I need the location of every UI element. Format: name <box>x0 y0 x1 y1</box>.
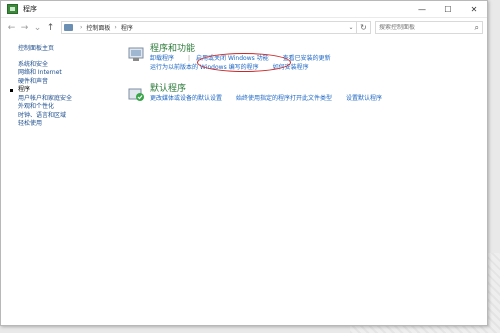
sidebar-item-ease-of-access[interactable]: 轻松使用 <box>18 120 109 129</box>
default-programs-links-row: 更改媒体或设备的默认设置 始终使用指定的程序打开此文件类型 设置默认程序 <box>150 95 488 104</box>
close-button[interactable]: ✕ <box>461 1 487 18</box>
back-arrow-icon[interactable]: ← <box>5 21 18 34</box>
address-dropdown-icon[interactable]: ⌄ <box>346 24 356 31</box>
sidebar-home-link[interactable]: 控制面板主页 <box>18 45 109 54</box>
address-bar: ← → ⌄ ↑ › 控制面板 › 程序 ⌄ ↻ ⌕ <box>1 18 487 37</box>
sidebar-item-programs[interactable]: 程序 <box>10 86 109 95</box>
change-media-defaults-link[interactable]: 更改媒体或设备的默认设置 <box>150 95 222 102</box>
search-icon[interactable]: ⌕ <box>475 23 479 33</box>
breadcrumb-separator-icon[interactable]: › <box>114 24 116 31</box>
search-box[interactable]: ⌕ <box>375 21 483 34</box>
control-panel-folder-icon <box>64 24 73 31</box>
refresh-icon[interactable]: ↻ <box>357 21 371 34</box>
sidebar-item-clock-region[interactable]: 时钟、语言和区域 <box>18 112 109 121</box>
search-input[interactable] <box>379 24 475 31</box>
up-arrow-icon[interactable]: ↑ <box>44 21 57 34</box>
programs-features-title[interactable]: 程序和功能 <box>150 44 488 55</box>
main-panel: 程序和功能 卸载程序 | 启用或关闭 Windows 功能 查看已安装的更新 运行为以… <box>128 44 488 114</box>
uninstall-program-link[interactable]: 卸载程序 <box>150 55 174 62</box>
breadcrumb[interactable]: › 控制面板 › 程序 ⌄ <box>61 21 357 34</box>
sidebar-item-system-security[interactable]: 系统和安全 <box>18 61 109 70</box>
programs-features-section: 程序和功能 卸载程序 | 启用或关闭 Windows 功能 查看已安装的更新 运行为以… <box>128 44 488 84</box>
default-programs-section: 默认程序 更改媒体或设备的默认设置 始终使用指定的程序打开此文件类型 设置默认程序 <box>128 84 488 114</box>
forward-arrow-icon[interactable]: → <box>18 21 31 34</box>
sidebar-item-appearance[interactable]: 外观和个性化 <box>18 103 109 112</box>
title-bar: 程序 — ☐ ✕ <box>1 1 487 18</box>
minimize-button[interactable]: — <box>409 1 435 18</box>
content-area: 控制面板主页 系统和安全 网络和 Internet 硬件和声音 程序 用户帐户和… <box>1 37 487 327</box>
breadcrumb-control-panel[interactable]: 控制面板 <box>86 23 110 32</box>
programs-features-icon <box>128 47 144 61</box>
recent-dropdown-icon[interactable]: ⌄ <box>31 21 44 34</box>
sidebar-item-hardware-sound[interactable]: 硬件和声音 <box>18 78 109 87</box>
breadcrumb-programs[interactable]: 程序 <box>121 23 133 32</box>
link-divider: | <box>188 55 191 62</box>
sidebar-item-network[interactable]: 网络和 Internet <box>18 69 109 78</box>
default-programs-icon <box>128 88 144 101</box>
sidebar-item-user-accounts[interactable]: 用户帐户和家庭安全 <box>18 95 109 104</box>
default-programs-title[interactable]: 默认程序 <box>150 84 488 95</box>
set-default-programs-link[interactable]: 设置默认程序 <box>346 95 382 102</box>
always-open-filetype-link[interactable]: 始终使用指定的程序打开此文件类型 <box>236 95 332 102</box>
sidebar: 控制面板主页 系统和安全 网络和 Internet 硬件和声音 程序 用户帐户和… <box>1 37 109 129</box>
red-highlight-annotation <box>197 53 291 72</box>
control-panel-window: 程序 — ☐ ✕ ← → ⌄ ↑ › 控制面板 › 程序 ⌄ ↻ ⌕ 控制面板主… <box>0 0 488 326</box>
maximize-button[interactable]: ☐ <box>435 1 461 18</box>
breadcrumb-separator-icon[interactable]: › <box>80 24 82 31</box>
control-panel-icon <box>7 4 18 14</box>
window-title: 程序 <box>23 5 37 13</box>
